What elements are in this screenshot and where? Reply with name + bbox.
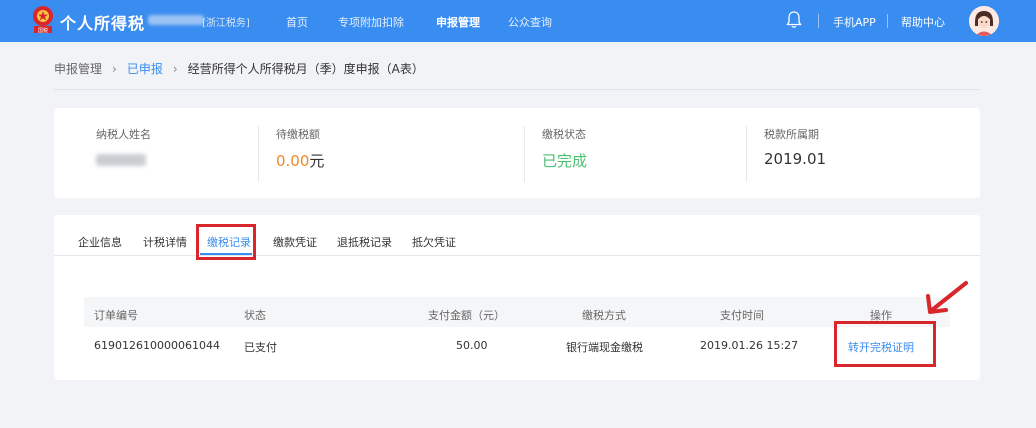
tax-due-unit: 元 (309, 152, 325, 170)
tax-due-amount: 0.00 (276, 152, 310, 170)
nav-special-deduction[interactable]: 专项附加扣除 (338, 14, 404, 30)
column-amount: 支付金额（元） (428, 309, 505, 322)
tax-status-value: 已完成 (542, 152, 588, 170)
tax-due-label: 待缴税额 (276, 128, 320, 141)
nav-public-query[interactable]: 公众查询 (508, 14, 552, 30)
user-avatar-icon (969, 6, 999, 36)
tab-enterprise-info[interactable]: 企业信息 (78, 234, 122, 250)
table-row: 619012610000061044 已支付 50.00 银行端现金缴税 201… (84, 329, 950, 361)
red-arrow-icon (926, 281, 968, 314)
divider (258, 126, 259, 182)
summary-card: 纳税人姓名 待缴税额 0.00元 缴税状态 已完成 税款所属期 2019.01 (54, 108, 980, 198)
app-title: 个人所得税 (60, 14, 146, 33)
table-header: 订单编号 状态 支付金额（元） 缴税方式 支付时间 操作 (84, 297, 950, 327)
tax-emblem-icon: 国税 (33, 6, 53, 34)
divider (746, 126, 747, 182)
chevron-right-icon: › (172, 62, 178, 76)
region-label: [浙江税务] (202, 18, 250, 29)
divider (887, 14, 888, 28)
help-center-link[interactable]: 帮助中心 (901, 14, 945, 30)
column-status: 状态 (244, 309, 266, 322)
divider (524, 126, 525, 182)
highlight-box-tab (196, 224, 256, 260)
taxpayer-name-label: 纳税人姓名 (96, 128, 151, 141)
breadcrumb: 申报管理 › 已申报 › 经营所得个人所得税月（季）度申报（A表） (54, 60, 424, 77)
breadcrumb-divider (54, 89, 980, 90)
column-time: 支付时间 (720, 309, 764, 322)
svg-text:国税: 国税 (38, 27, 48, 34)
payment-method: 银行端现金缴税 (566, 341, 643, 354)
avatar[interactable] (969, 6, 999, 36)
payment-amount: 50.00 (456, 339, 488, 352)
highlight-box-action (834, 321, 936, 367)
payment-time: 2019.01.26 15:27 (700, 339, 799, 352)
order-number: 619012610000061044 (94, 339, 220, 352)
tax-due-value: 0.00元 (276, 150, 324, 171)
breadcrumb-declared[interactable]: 已申报 (127, 60, 163, 77)
tax-period-value: 2019.01 (764, 150, 827, 168)
tabs-divider (54, 255, 980, 256)
detail-card: 企业信息 计税详情 缴税记录 缴款凭证 退抵税记录 抵欠凭证 订单编号 状态 支… (54, 215, 980, 380)
mobile-app-link[interactable]: 手机APP (833, 14, 876, 30)
nav-declaration-management[interactable]: 申报管理 (436, 14, 480, 30)
tax-period-label: 税款所属期 (764, 128, 819, 141)
tax-period-cell: 税款所属期 2019.01 (764, 126, 826, 168)
tab-payment-vouchers[interactable]: 缴款凭证 (273, 234, 317, 250)
tab-arrears-vouchers[interactable]: 抵欠凭证 (412, 234, 456, 250)
blurred-username (148, 15, 204, 25)
divider (818, 14, 819, 28)
nav-home[interactable]: 首页 (286, 14, 308, 30)
taxpayer-name-cell: 纳税人姓名 (96, 126, 151, 166)
breadcrumb-root[interactable]: 申报管理 (54, 60, 102, 77)
bell-icon[interactable] (786, 11, 802, 29)
column-order-no: 订单编号 (94, 309, 138, 322)
chevron-right-icon: › (112, 62, 117, 76)
tab-refund-records[interactable]: 退抵税记录 (337, 234, 392, 250)
tax-status-label: 缴税状态 (542, 128, 586, 141)
taxpayer-name-blurred (96, 154, 146, 166)
tax-status-cell: 缴税状态 已完成 (542, 126, 587, 171)
tab-tax-details[interactable]: 计税详情 (143, 234, 187, 250)
top-navigation-bar: 国税 个人所得税 [浙江税务] 首页 专项附加扣除 申报管理 公众查询 手机AP… (0, 0, 1036, 42)
breadcrumb-current: 经营所得个人所得税月（季）度申报（A表） (187, 62, 424, 76)
payment-status: 已支付 (244, 341, 277, 354)
tax-due-cell: 待缴税额 0.00元 (276, 126, 324, 171)
column-method: 缴税方式 (582, 309, 626, 322)
